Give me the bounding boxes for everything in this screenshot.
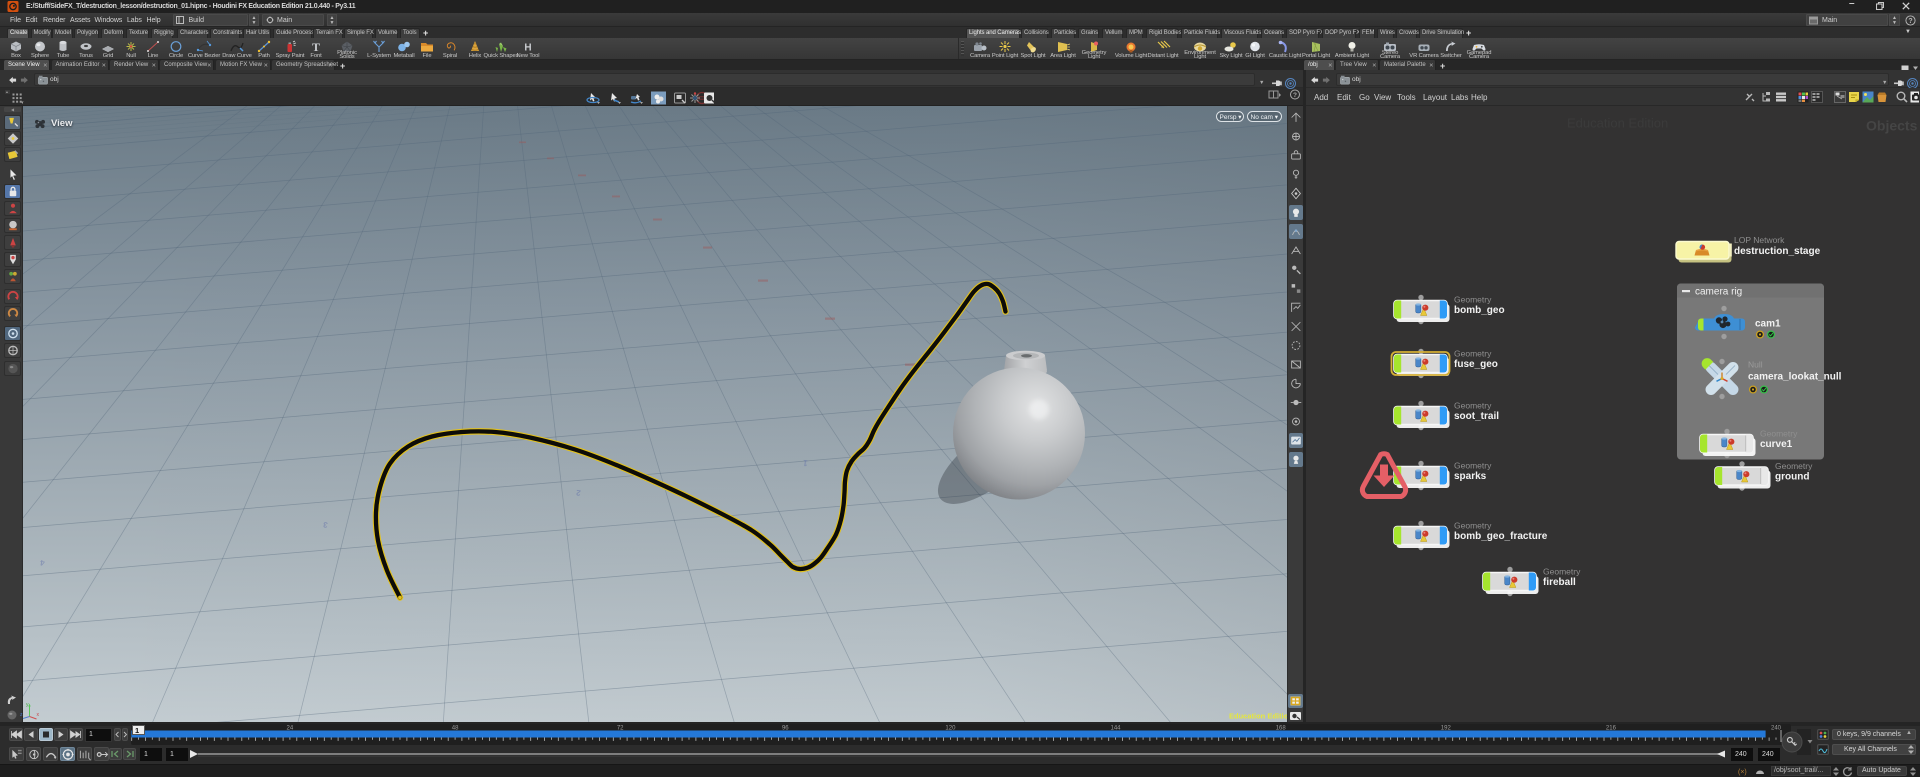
svg-text:sparks: sparks [1454,471,1487,482]
svg-text:216: 216 [1606,726,1617,732]
svg-text:144: 144 [1110,726,1121,732]
svg-text:LOP Network: LOP Network [1734,235,1785,245]
svg-text:Geometry: Geometry [1543,566,1581,576]
svg-text:96: 96 [782,726,789,732]
svg-text:?: ? [1908,18,1912,25]
svg-text:Education Edition: Education Edition [1567,115,1668,130]
svg-text:camera_lookat_null: camera_lookat_null [1748,371,1842,382]
svg-text:ground: ground [1775,471,1809,482]
svg-text:120: 120 [945,726,956,732]
svg-text:fireball: fireball [1543,577,1576,588]
svg-text:bomb_geo: bomb_geo [1454,305,1505,316]
svg-text:Null: Null [1748,359,1763,369]
svg-text:z: z [20,712,23,718]
svg-text:bomb_geo_fracture: bomb_geo_fracture [1454,531,1548,542]
svg-text:cam1: cam1 [1755,318,1781,329]
svg-text:curve1: curve1 [1760,439,1793,450]
svg-text:Objects: Objects [1866,117,1918,133]
svg-text:Geometry: Geometry [1775,461,1813,471]
svg-text:24: 24 [287,726,294,732]
svg-text:48: 48 [452,726,459,732]
svg-text:Geometry: Geometry [1454,400,1492,410]
svg-text:72: 72 [617,726,624,732]
svg-text:Geometry: Geometry [1454,348,1492,358]
svg-text:Geometry: Geometry [1454,460,1492,470]
svg-text:Education Edition: Education Edition [1229,711,1287,720]
svg-text:camera rig: camera rig [1695,286,1742,297]
svg-text:?: ? [1293,92,1297,99]
svg-text:168: 168 [1276,726,1287,732]
svg-text:192: 192 [1441,726,1452,732]
svg-text:Geometry: Geometry [1760,428,1798,438]
svg-text:y: y [26,702,29,708]
svg-text:(×): (×) [1738,769,1747,776]
svg-text:destruction_stage: destruction_stage [1734,246,1821,257]
svg-text:Geometry: Geometry [1454,520,1492,530]
svg-text:fuse_geo: fuse_geo [1454,359,1498,370]
svg-text:x: x [37,712,40,718]
svg-text:soot_trail: soot_trail [1454,411,1499,422]
svg-text:Geometry: Geometry [1454,294,1492,304]
